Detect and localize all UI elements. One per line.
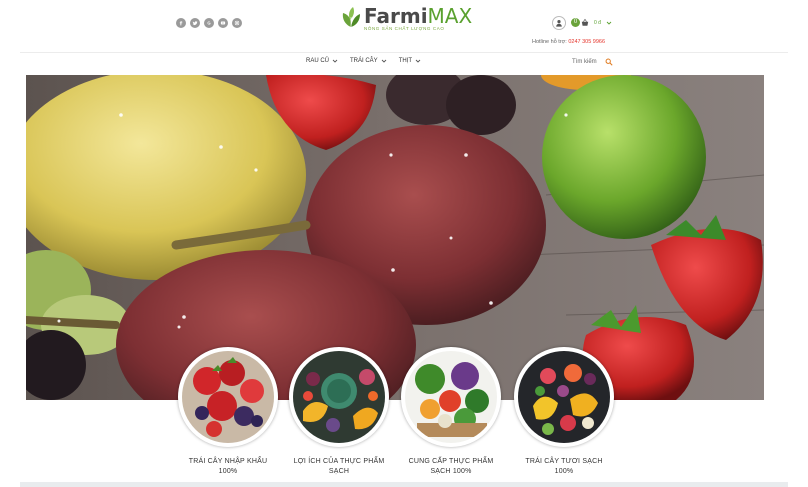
- vegetables-image: [405, 351, 497, 443]
- header-actions: 0 0 đ: [552, 16, 612, 30]
- nav-item-rau-cu[interactable]: RAU CỦ: [306, 58, 338, 64]
- feature-title: LỢI ÍCH CỦA THỰC PHẨM: [293, 458, 385, 465]
- chevron-down-icon: [415, 59, 421, 63]
- feature-clean-food-benefits[interactable]: LỢI ÍCH CỦA THỰC PHẨM SẠCH: [287, 347, 391, 477]
- account-button[interactable]: [552, 16, 566, 30]
- feature-fresh-fruit[interactable]: TRÁI CÂY TƯƠI SẠCH 100%: [512, 347, 616, 477]
- instagram-icon[interactable]: [232, 18, 242, 28]
- search-box[interactable]: Tìm kiếm: [572, 58, 613, 66]
- user-icon: [556, 20, 562, 27]
- feature-image[interactable]: [514, 347, 614, 447]
- hotline-number[interactable]: 0247 305 9966: [568, 39, 605, 45]
- feature-image[interactable]: [401, 347, 501, 447]
- search-icon[interactable]: [605, 58, 613, 66]
- feature-image[interactable]: [289, 347, 389, 447]
- feature-clean-food-supply[interactable]: CUNG CẤP THỰC PHẨM SẠCH 100%: [399, 347, 503, 477]
- search-placeholder[interactable]: Tìm kiếm: [572, 59, 597, 65]
- social-links: G: [176, 18, 242, 28]
- cart-button[interactable]: 0: [571, 16, 589, 30]
- main-nav: RAU CỦ TRÁI CÂY THỊT: [306, 58, 421, 64]
- chevron-down-icon: [381, 59, 387, 63]
- hero-fruit-image: [26, 75, 764, 400]
- google-icon[interactable]: G: [204, 18, 214, 28]
- chevron-down-icon: [332, 59, 338, 63]
- youtube-icon[interactable]: [218, 18, 228, 28]
- feature-subtitle: SẠCH: [328, 468, 350, 475]
- nav-item-label: TRÁI CÂY: [350, 58, 378, 64]
- feature-subtitle: SẠCH 100%: [430, 468, 472, 475]
- site-header: G FarmiMAX NÔNG SẢN CHẤT LƯỢNG CAO 0 0 đ: [0, 0, 808, 52]
- feature-title: TRÁI CÂY NHẬP KHẨU: [188, 458, 268, 465]
- nav-item-label: THỊT: [398, 58, 413, 64]
- feature-title: CUNG CẤP THỰC PHẨM: [408, 458, 494, 465]
- hotline-label: Hotline hỗ trợ:: [532, 39, 567, 45]
- nav-item-label: RAU CỦ: [306, 58, 330, 64]
- feature-imported-fruit[interactable]: TRÁI CÂY NHẬP KHẨU 100%: [176, 347, 280, 477]
- feature-image[interactable]: [178, 347, 278, 447]
- fruit-bowl-image: [518, 351, 610, 443]
- section-divider: [20, 482, 788, 487]
- svg-text:G: G: [207, 21, 210, 26]
- twitter-icon[interactable]: [190, 18, 200, 28]
- logo-name: Farmi: [364, 4, 428, 28]
- facebook-icon[interactable]: [176, 18, 186, 28]
- logo-suffix: MAX: [427, 4, 473, 28]
- header-divider: [20, 52, 788, 53]
- feature-subtitle: 100%: [554, 468, 574, 475]
- leaf-logo-icon: [342, 7, 360, 27]
- nav-item-trai-cay[interactable]: TRÁI CÂY: [350, 58, 387, 64]
- fruit-platter-image: [293, 351, 385, 443]
- feature-subtitle: 100%: [218, 468, 238, 475]
- chevron-down-icon[interactable]: [606, 20, 612, 26]
- site-logo[interactable]: FarmiMAX NÔNG SẢN CHẤT LƯỢNG CAO: [340, 5, 472, 31]
- cart-total: 0 đ: [594, 20, 601, 26]
- berries-image: [182, 351, 274, 443]
- hero-banner: [26, 75, 764, 400]
- cart-count: 0: [571, 18, 580, 27]
- nav-item-thit[interactable]: THỊT: [399, 58, 421, 64]
- hotline: Hotline hỗ trợ: 0247 305 9966: [532, 39, 605, 45]
- feature-title: TRÁI CÂY TƯƠI SẠCH: [525, 458, 603, 465]
- basket-icon: [581, 18, 589, 26]
